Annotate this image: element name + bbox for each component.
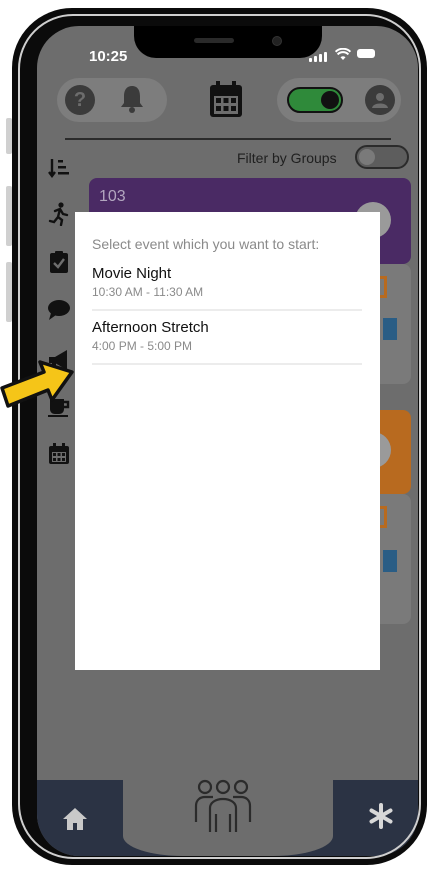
event-name: Movie Night [92, 265, 172, 282]
speaker-grille [194, 38, 234, 43]
event-time: 4:00 PM - 5:00 PM [92, 339, 193, 353]
event-name: Afternoon Stretch [92, 319, 209, 336]
header-divider [65, 138, 391, 140]
pointer-arrow-annotation [0, 336, 80, 431]
video-icon [383, 550, 397, 572]
select-event-dialog: Select event which you want to start: Mo… [75, 212, 380, 670]
front-camera [272, 36, 282, 46]
bell-icon[interactable] [119, 84, 145, 119]
filter-label: Filter by Groups [237, 150, 337, 166]
question-circle-icon[interactable]: ? [65, 85, 95, 115]
calendar-small-icon[interactable] [47, 442, 71, 466]
phone-notch [134, 26, 322, 58]
user-circle-icon[interactable] [365, 85, 395, 115]
battery-icon [357, 49, 375, 58]
home-icon[interactable] [61, 806, 89, 837]
toggle-knob [321, 91, 339, 109]
chat-bubble-icon[interactable] [47, 298, 71, 322]
calendar-icon[interactable] [208, 80, 244, 123]
asterisk-icon[interactable] [367, 802, 395, 835]
wifi-icon [334, 47, 352, 67]
event-time: 10:30 AM - 11:30 AM [92, 285, 204, 299]
running-person-icon[interactable] [47, 202, 71, 226]
group-icon[interactable] [182, 778, 264, 843]
event-option[interactable]: Afternoon Stretch 4:00 PM - 5:00 PM [92, 319, 362, 365]
status-time: 10:25 [89, 48, 128, 65]
clipboard-check-icon[interactable] [47, 250, 71, 274]
video-icon [383, 318, 397, 340]
card-number: 103 [99, 188, 126, 205]
event-option[interactable]: Movie Night 10:30 AM - 11:30 AM [92, 265, 362, 311]
dialog-title: Select event which you want to start: [92, 236, 320, 252]
app-screen: 10:25 ? Filter by Groups 103 Select even… [37, 26, 418, 856]
filter-toggle[interactable] [355, 145, 409, 169]
toggle-knob [359, 149, 375, 165]
sort-icon[interactable] [47, 156, 71, 180]
toggle-switch[interactable] [287, 87, 343, 113]
